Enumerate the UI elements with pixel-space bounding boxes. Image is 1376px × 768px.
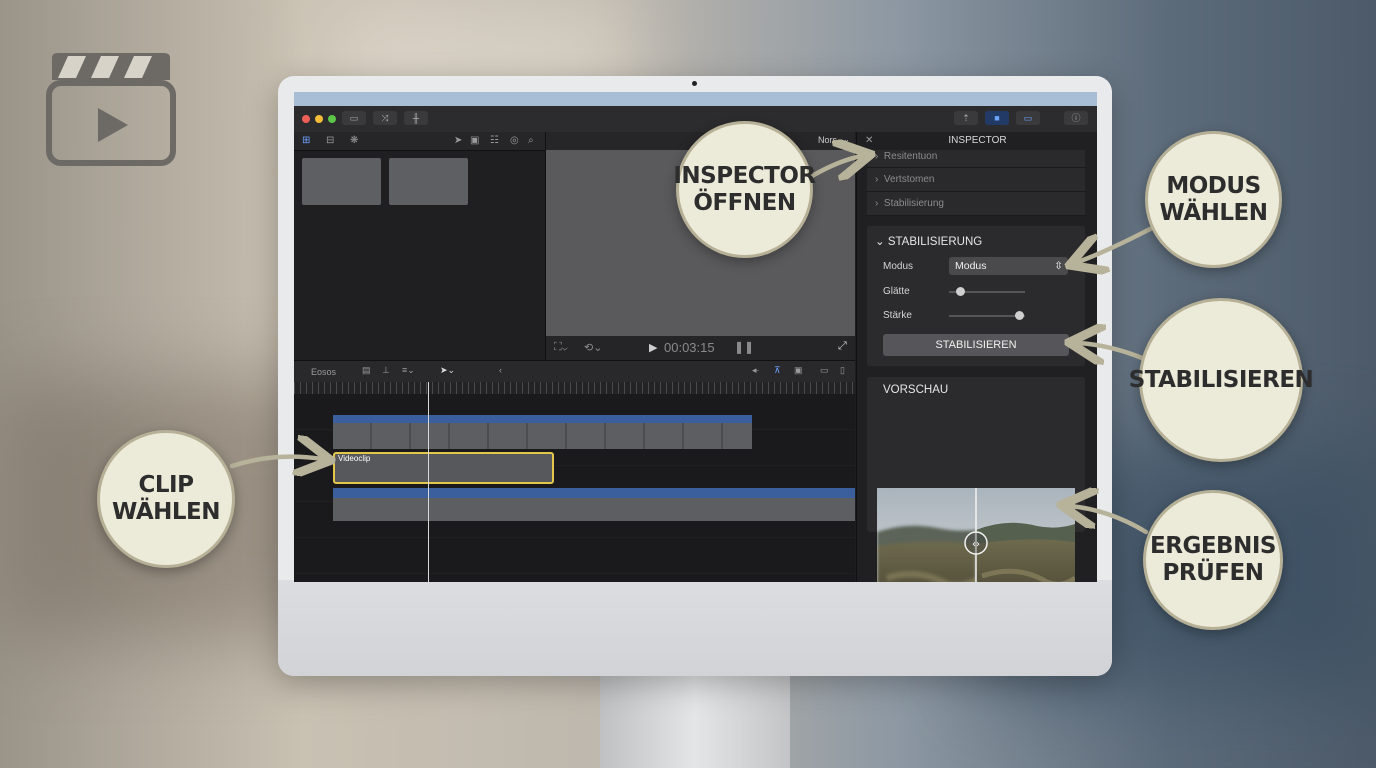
append-icon[interactable]: ≡⌄: [402, 365, 415, 376]
timeline-clip[interactable]: [333, 488, 855, 521]
timecode: 00:03:15: [664, 340, 715, 355]
play-icon[interactable]: ▶: [649, 341, 657, 354]
select-updown-icon: ⇳: [1054, 260, 1063, 272]
browser-toolbar: ⊞ ⊟ ❋ ➤ ▣ ☷ ◎ ⌕: [294, 132, 545, 151]
media-import-button[interactable]: ⤨: [373, 111, 397, 125]
fullscreen-icon[interactable]: ⤢: [838, 340, 847, 353]
callout-result: ERGEBNIS PRÜFEN: [1143, 490, 1283, 630]
media-thumbnail[interactable]: [389, 158, 468, 205]
chevron-right-icon: ›: [875, 198, 879, 209]
chevron-down-icon: ⌄: [843, 135, 850, 144]
chevron-right-icon: ›: [875, 174, 879, 185]
camera-icon[interactable]: ▣: [470, 135, 479, 147]
mode-label: Modus: [883, 261, 914, 272]
close-window-button[interactable]: [302, 115, 310, 123]
timeline-toolbar: Eosos ▤ ⊥ ≡⌄ ➤⌄ ‹ ◂· ⊼ ▣ ▭ ▯: [294, 360, 855, 383]
arrow-tool-icon[interactable]: ➤⌄: [440, 365, 455, 376]
insert-icon[interactable]: ⊥: [382, 365, 390, 376]
callout-stabilize: STABILISIEREN: [1129, 298, 1314, 462]
libraries-icon[interactable]: ⊞: [302, 135, 310, 147]
audio-skimming-icon[interactable]: ◂·: [752, 365, 760, 376]
inspector-section[interactable]: › Vertstomen: [867, 168, 1085, 192]
mode-select[interactable]: Modus ⇳: [949, 257, 1068, 275]
speed-icon[interactable]: ⟲⌄: [584, 341, 602, 354]
selected-clip[interactable]: Videoclip: [333, 452, 554, 484]
preview-panel: VORSCHAU ‹›: [867, 377, 1085, 582]
title-bar: ▭ ⤨ ╫ ⇡ ■ ▭ ⓘ: [294, 106, 1097, 133]
media-thumbnail[interactable]: [302, 158, 381, 205]
viewer-controls: ⛶⌄ ⟲⌄ ▶ 00:03:15 ❚❚ ⤢: [546, 336, 855, 360]
snapshot-icon[interactable]: ▣: [794, 365, 803, 376]
monitor-stand: [600, 672, 790, 768]
inspector-section[interactable]: › Resitentuon: [867, 150, 1085, 168]
camera: [692, 81, 697, 86]
clip-appearance-icon[interactable]: ▭: [820, 365, 829, 376]
timeline-ruler[interactable]: [294, 382, 855, 394]
callout-inspector: INSPECTOR ÖFFNEN: [673, 121, 816, 258]
inspector-panel: ✕ INSPECTOR › Resitentuon › Vertstomen ›…: [856, 132, 1097, 582]
audio-meter-icon: ❚❚: [734, 340, 755, 354]
monitor-chin: [278, 580, 1112, 676]
filter-icon[interactable]: ◎: [510, 135, 519, 147]
smoothness-label: Glätte: [883, 286, 910, 297]
inspector-section[interactable]: › Stabilisierung: [867, 192, 1085, 216]
svg-text:‹›: ‹›: [972, 539, 980, 550]
index-icon[interactable]: ▯: [840, 365, 845, 376]
minimize-window-button[interactable]: [315, 115, 323, 123]
photos-icon[interactable]: ⊟: [326, 135, 334, 147]
playhead[interactable]: [428, 382, 429, 582]
stabilization-header[interactable]: ⌄ STABILISIERUNG: [875, 234, 982, 248]
snapping-icon[interactable]: ⊼: [774, 365, 781, 376]
clip-name: Videoclip: [338, 454, 371, 463]
smoothness-slider[interactable]: [949, 287, 1025, 296]
before-after-preview[interactable]: ‹›: [877, 488, 1075, 582]
info-button[interactable]: ⓘ: [1064, 111, 1088, 125]
timeline-clip[interactable]: [333, 415, 752, 449]
search-icon[interactable]: ⌕: [528, 135, 534, 147]
zoom-window-button[interactable]: [328, 115, 336, 123]
edit-tools-button[interactable]: ╫: [404, 111, 428, 125]
callout-clip: CLIP WÄHLEN: [97, 430, 235, 568]
smoothness-slider-knob[interactable]: [956, 287, 966, 296]
library-toggle-button[interactable]: ▭: [342, 111, 366, 125]
zoom-dropdown[interactable]: Nors: [818, 135, 837, 145]
arrow-tool-icon[interactable]: ➤: [454, 135, 462, 147]
strength-slider-knob[interactable]: [1014, 311, 1024, 320]
timeline[interactable]: Videoclip: [294, 394, 855, 582]
effects-icon[interactable]: ❋: [350, 135, 358, 147]
display-button[interactable]: ▭: [1016, 111, 1040, 125]
share-button[interactable]: ⇡: [954, 111, 978, 125]
media-browser: ⊞ ⊟ ❋ ➤ ▣ ☷ ◎ ⌕: [294, 132, 546, 360]
back-icon[interactable]: ‹: [499, 365, 502, 375]
strength-slider[interactable]: [949, 311, 1025, 320]
clapperboard-play-icon: [46, 53, 176, 166]
landscape-preview-image: ‹›: [877, 488, 1075, 582]
preview-header: VORSCHAU: [883, 384, 949, 396]
stabilize-button[interactable]: STABILISIEREN: [883, 334, 1069, 356]
chevron-down-icon: ⌄: [875, 236, 885, 248]
connect-icon[interactable]: ▤: [362, 365, 371, 376]
chevron-right-icon: ›: [875, 151, 879, 162]
transform-icon[interactable]: ⛶⌄: [554, 341, 568, 354]
timeline-index-button[interactable]: Eosos: [311, 367, 336, 377]
video-view-button[interactable]: ■: [985, 111, 1009, 125]
stabilization-panel: ⌄ STABILISIERUNG Modus Modus ⇳ Glätte St…: [867, 226, 1085, 366]
strength-label: Stärke: [883, 310, 912, 321]
inspector-title: INSPECTOR: [948, 135, 1007, 146]
grid-icon[interactable]: ☷: [490, 135, 499, 147]
callout-mode: MODUS WÄHLEN: [1145, 131, 1282, 268]
